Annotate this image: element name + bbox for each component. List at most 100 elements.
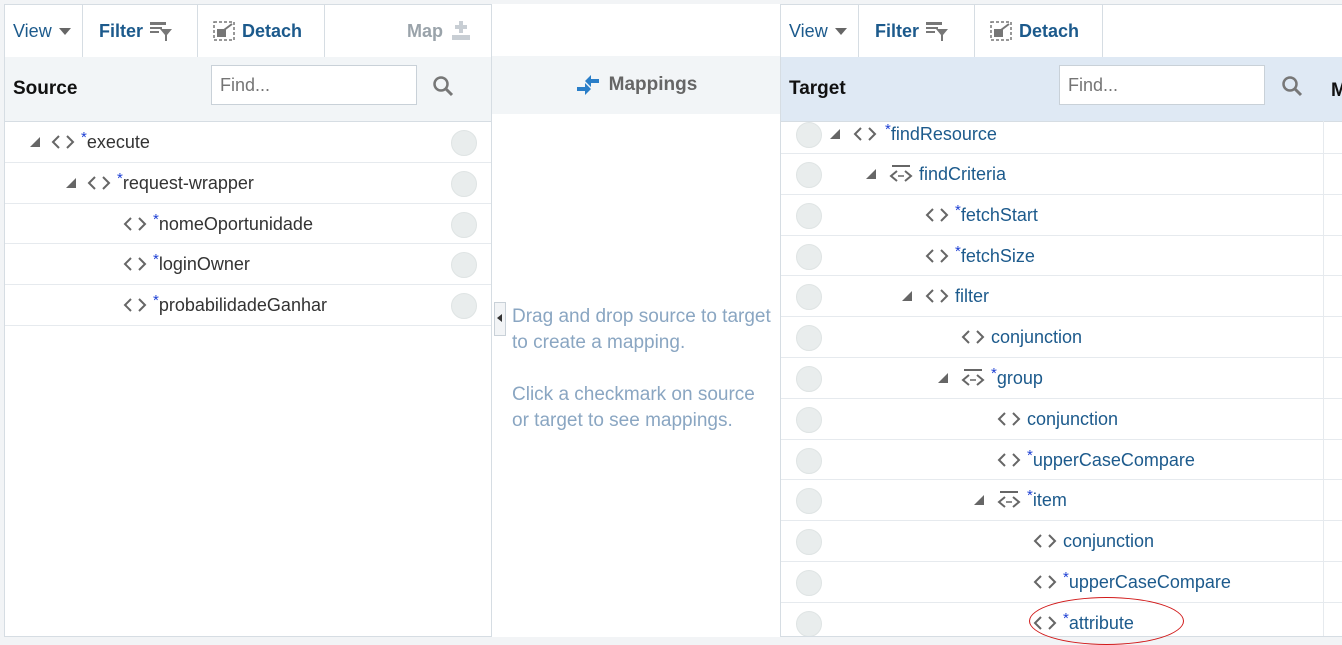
source-detach-button[interactable]: Detach [198, 5, 325, 57]
node-name: conjunction [1063, 531, 1155, 552]
expand-triangle-icon[interactable] [29, 136, 41, 148]
target-detach-button[interactable]: Detach [975, 5, 1103, 57]
source-panel: View Filter Detach Map Source Find... *e… [4, 4, 492, 637]
filter-label: Filter [875, 20, 920, 41]
target-header: Target [781, 57, 1342, 122]
mapping-checkmark[interactable] [451, 211, 477, 238]
target-tree-row[interactable]: *fetchStart [781, 195, 1342, 236]
node-name: item [1032, 490, 1067, 511]
node-name: probabilidadeGanhar [158, 295, 327, 316]
node-name: conjunction [991, 327, 1083, 348]
source-tree: *execute *request-wrapper *nomeOportunidad… [5, 122, 491, 326]
target-tree: *findResource findCriteria *fetchStart *fet… [781, 121, 1342, 636]
mapping-checkmark[interactable] [796, 202, 822, 229]
expand-triangle-icon[interactable] [973, 494, 985, 506]
mapping-checkmark[interactable] [796, 365, 822, 392]
map-button[interactable]: Map [399, 5, 491, 57]
element-icon [123, 298, 147, 312]
element-icon [925, 289, 949, 304]
node-label: *findResource [885, 121, 997, 145]
node-name: upperCaseCompare [1032, 449, 1195, 470]
node-label: *probabilidadeGanhar [153, 292, 327, 316]
node-name: conjunction [1027, 408, 1119, 429]
expand-triangle-icon[interactable] [901, 290, 913, 302]
node-label: *upperCaseCompare [1027, 447, 1195, 471]
node-name: fetchStart [960, 204, 1038, 225]
source-tree-row[interactable]: *loginOwner [5, 244, 491, 286]
node-name: upperCaseCompare [1068, 571, 1231, 592]
source-tree-row[interactable]: *probabilidadeGanhar [5, 285, 491, 326]
target-tree-row[interactable]: *fetchSize [781, 236, 1342, 277]
target-tree-row[interactable]: *findResource [781, 121, 1342, 154]
required-marker: * [885, 121, 891, 138]
node-label: *fetchSize [955, 242, 1035, 267]
filter-icon [150, 22, 173, 41]
source-title: Source [13, 78, 78, 99]
mapping-checkmark[interactable] [796, 610, 822, 636]
source-filter-button[interactable]: Filter [83, 5, 198, 57]
source-find-input[interactable] [211, 65, 417, 105]
target-tree-row[interactable]: *group [781, 358, 1342, 399]
mapping-checkmark[interactable] [796, 529, 822, 556]
node-label: *item [1027, 487, 1067, 511]
collapse-source-toggle[interactable] [494, 302, 506, 336]
element-icon [51, 135, 75, 149]
mapping-checkmark[interactable] [451, 293, 477, 320]
target-panel: View Filter Detach Target M *findResourc… [780, 4, 1342, 637]
mapping-checkmark[interactable] [796, 162, 822, 188]
required-marker: * [153, 210, 159, 228]
mapping-checkmark[interactable] [796, 122, 822, 148]
node-label: *request-wrapper [117, 170, 254, 194]
node-label: conjunction [991, 327, 1082, 348]
target-tree-row[interactable]: *upperCaseCompare [781, 562, 1342, 603]
expand-triangle-icon[interactable] [937, 372, 949, 384]
expand-triangle-icon[interactable] [65, 177, 77, 189]
mappings-panel: Mappings Drag and drop source to target … [492, 4, 780, 637]
element-icon [123, 216, 147, 231]
mappings-header: Mappings [492, 56, 780, 114]
mapping-checkmark[interactable] [796, 284, 822, 311]
chevron-down-icon [58, 28, 71, 35]
target-tree-row[interactable]: findCriteria [781, 154, 1342, 195]
target-tree-row[interactable]: conjunction [781, 521, 1342, 562]
target-tree-row[interactable]: *upperCaseCompare [781, 440, 1342, 481]
expand-triangle-icon[interactable] [865, 168, 877, 180]
search-icon[interactable] [1281, 75, 1303, 97]
target-find-input[interactable] [1059, 65, 1265, 105]
required-marker: * [955, 201, 961, 219]
source-tree-row[interactable]: *execute [5, 122, 491, 163]
mapping-checkmark[interactable] [796, 488, 822, 515]
target-column-header: M [1331, 80, 1342, 102]
source-tree-row[interactable]: *request-wrapper [5, 163, 491, 204]
mapping-checkmark[interactable] [451, 130, 477, 156]
group-element-icon [889, 165, 913, 182]
target-filter-button[interactable]: Filter [859, 5, 975, 57]
mapping-checkmark[interactable] [451, 170, 477, 197]
target-tree-row[interactable]: conjunction [781, 317, 1342, 358]
required-marker: * [991, 364, 997, 382]
target-tree-row[interactable]: filter [781, 276, 1342, 318]
source-tree-row[interactable]: *nomeOportunidade [5, 204, 491, 245]
target-view-menu[interactable]: View [781, 5, 859, 57]
target-tree-row[interactable]: *item [781, 480, 1342, 522]
node-label: *execute [81, 129, 150, 153]
required-marker: * [955, 242, 961, 260]
source-view-menu[interactable]: View [5, 5, 83, 57]
mapping-checkmark[interactable] [796, 243, 822, 270]
mapping-checkmark[interactable] [451, 252, 477, 279]
mapping-checkmark[interactable] [796, 406, 822, 433]
mapping-checkmark[interactable] [796, 569, 822, 596]
mapping-checkmark[interactable] [796, 325, 822, 352]
search-icon[interactable] [432, 75, 454, 97]
node-name: findCriteria [919, 164, 1007, 184]
node-label: *nomeOportunidade [153, 210, 313, 235]
expand-triangle-icon[interactable] [829, 128, 841, 140]
map-label: Map [407, 20, 443, 41]
element-icon [853, 127, 877, 141]
mapping-checkmark[interactable] [796, 447, 822, 474]
node-name: execute [86, 132, 150, 152]
mappings-icon [576, 75, 599, 95]
target-tree-row[interactable]: conjunction [781, 399, 1342, 440]
required-marker: * [153, 292, 159, 310]
node-name: group [996, 367, 1043, 388]
